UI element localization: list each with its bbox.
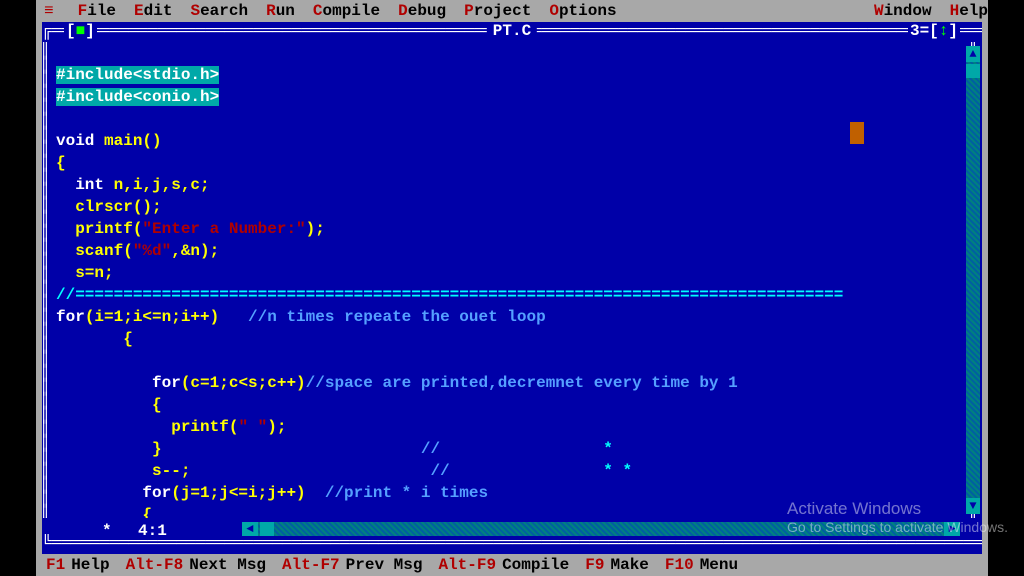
menu-debug[interactable]: Debug [398, 2, 446, 20]
scroll-left-icon[interactable]: ◄ [242, 522, 258, 536]
menu-search[interactable]: Search [190, 2, 248, 20]
modified-marker: * [102, 522, 112, 540]
window-number[interactable]: 3=[↕] [908, 22, 960, 40]
cursor-position: 4:1 [132, 522, 173, 540]
menu-compile[interactable]: Compile [313, 2, 380, 20]
scroll-thumb-v[interactable] [966, 64, 980, 78]
vertical-scrollbar[interactable]: ▲ ▼ [966, 46, 980, 514]
status-key-altf7[interactable]: Alt-F7 [282, 556, 340, 574]
status-label: Menu [700, 556, 738, 574]
status-key-f1[interactable]: F1 [46, 556, 65, 574]
editor-frame: ╔═══════════════════════════════════════… [42, 22, 982, 554]
status-label: Compile [502, 556, 569, 574]
menu-file[interactable]: File [78, 2, 116, 20]
status-bar: F1 Help Alt-F8 Next Msg Alt-F7 Prev Msg Alt… [36, 554, 988, 576]
code-editor[interactable]: #include<stdio.h> #include<conio.h> void… [56, 42, 962, 518]
scroll-up-icon[interactable]: ▲ [966, 46, 980, 62]
status-label: Help [71, 556, 109, 574]
menu-bar: ≡ File Edit Search Run Compile Debug Pro… [36, 0, 988, 22]
text-caret [850, 122, 864, 144]
status-label: Next Msg [189, 556, 266, 574]
scroll-thumb-h[interactable] [260, 522, 274, 536]
menu-run[interactable]: Run [266, 2, 295, 20]
status-label: Prev Msg [346, 556, 423, 574]
system-menu-icon[interactable]: ≡ [44, 2, 54, 20]
menu-help[interactable]: Help [950, 2, 988, 20]
frame-border-left: ║║║║║║║║║║║║║║║║║║║║║║║║║║║║║║║║║║║║║║║║ [42, 22, 54, 554]
menu-options[interactable]: Options [549, 2, 616, 20]
window-title: PT.C [487, 22, 537, 40]
status-key-altf8[interactable]: Alt-F8 [126, 556, 184, 574]
menu-project[interactable]: Project [464, 2, 531, 20]
activate-windows-watermark: Activate Windows Go to Settings to activ… [787, 500, 1008, 536]
ide-window: ≡ File Edit Search Run Compile Debug Pro… [36, 0, 988, 576]
status-label: Make [610, 556, 648, 574]
frame-border-bottom: ╚═══════════════════════════════════════… [42, 534, 982, 554]
status-key-f10[interactable]: F10 [665, 556, 694, 574]
menu-edit[interactable]: Edit [134, 2, 172, 20]
window-close-box[interactable]: [■] [64, 22, 97, 40]
menu-window[interactable]: Window [874, 2, 932, 20]
status-key-f9[interactable]: F9 [585, 556, 604, 574]
status-key-altf9[interactable]: Alt-F9 [438, 556, 496, 574]
